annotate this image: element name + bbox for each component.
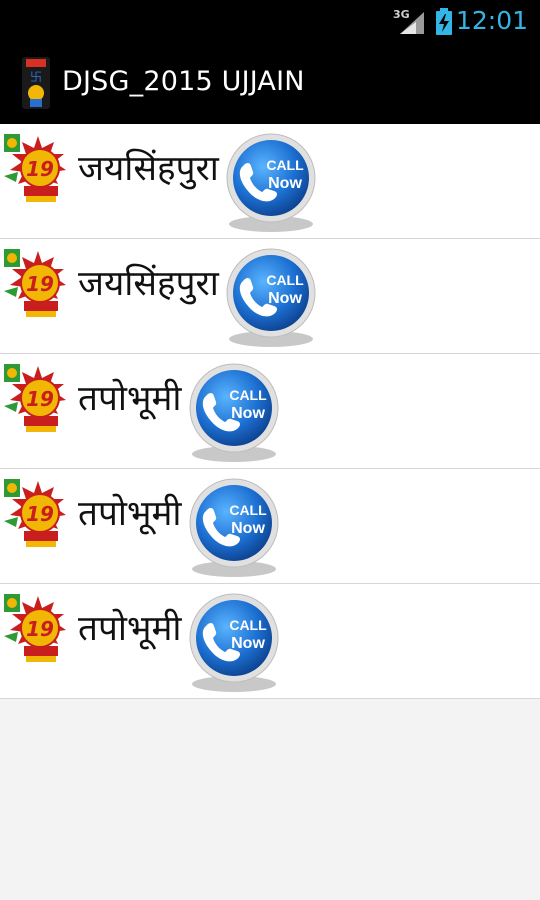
svg-text:19: 19	[26, 617, 54, 641]
emblem-logo-icon: 19	[2, 362, 74, 440]
app-logo-icon[interactable]: 卐	[18, 55, 54, 115]
list-item: 19 जयसिंहपुरा CALL Now	[0, 239, 540, 354]
emblem-logo-icon: 19	[2, 592, 74, 670]
status-bar: 3G 12:01	[0, 0, 540, 42]
contact-name: तपोभूमी	[78, 494, 182, 534]
list-item: 19 तपोभूमी CALL Now	[0, 469, 540, 584]
call-label-bottom: Now	[231, 405, 265, 422]
battery-icon	[434, 8, 454, 40]
call-now-button[interactable]: CALL Now	[188, 475, 280, 583]
contact-name: तपोभूमी	[78, 379, 182, 419]
call-now-button[interactable]: CALL Now	[225, 130, 317, 238]
svg-text:19: 19	[26, 157, 54, 181]
list-item: 19 जयसिंहपुरा CALL Now	[0, 124, 540, 239]
call-now-button[interactable]: CALL Now	[225, 245, 317, 353]
contact-name: जयसिंहपुरा	[78, 149, 219, 189]
contact-list: 19 जयसिंहपुरा CALL Now 19 जयसिंहपुरा CAL…	[0, 124, 540, 699]
clock: 12:01	[455, 6, 528, 35]
action-bar: 卐 DJSG_2015 UJJAIN	[0, 42, 540, 126]
call-label-top: CALL	[266, 272, 304, 288]
svg-text:卐: 卐	[30, 70, 42, 84]
svg-text:19: 19	[26, 387, 54, 411]
call-label-bottom: Now	[268, 175, 302, 192]
list-item: 19 तपोभूमी CALL Now	[0, 354, 540, 469]
signal-icon	[398, 10, 426, 40]
emblem-logo-icon: 19	[2, 132, 74, 210]
contact-name: जयसिंहपुरा	[78, 264, 219, 304]
call-label-top: CALL	[229, 387, 267, 403]
list-item: 19 तपोभूमी CALL Now	[0, 584, 540, 699]
app-title: DJSG_2015 UJJAIN	[62, 66, 305, 97]
call-label-bottom: Now	[268, 290, 302, 307]
svg-text:19: 19	[26, 502, 54, 526]
call-label-top: CALL	[229, 617, 267, 633]
call-label-bottom: Now	[231, 635, 265, 652]
call-label-bottom: Now	[231, 520, 265, 537]
call-now-button[interactable]: CALL Now	[188, 590, 280, 698]
call-label-top: CALL	[266, 157, 304, 173]
emblem-logo-icon: 19	[2, 477, 74, 555]
call-now-button[interactable]: CALL Now	[188, 360, 280, 468]
emblem-logo-icon: 19	[2, 247, 74, 325]
contact-name: तपोभूमी	[78, 609, 182, 649]
call-label-top: CALL	[229, 502, 267, 518]
svg-text:19: 19	[26, 272, 54, 296]
